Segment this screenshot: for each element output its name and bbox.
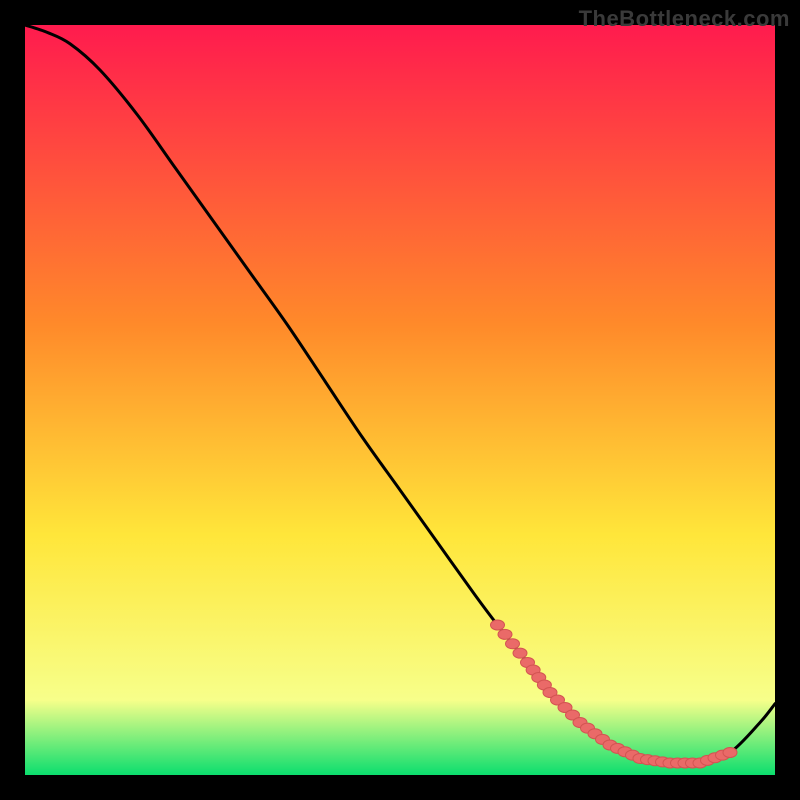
watermark-text: TheBottleneck.com [579, 6, 790, 32]
gradient-background [25, 25, 775, 775]
curve-marker [513, 648, 527, 658]
curve-marker [498, 629, 512, 639]
curve-marker [723, 748, 737, 758]
chart-stage: TheBottleneck.com [0, 0, 800, 800]
bottleneck-chart [25, 25, 775, 775]
curve-marker [491, 620, 505, 630]
curve-marker [506, 639, 520, 649]
